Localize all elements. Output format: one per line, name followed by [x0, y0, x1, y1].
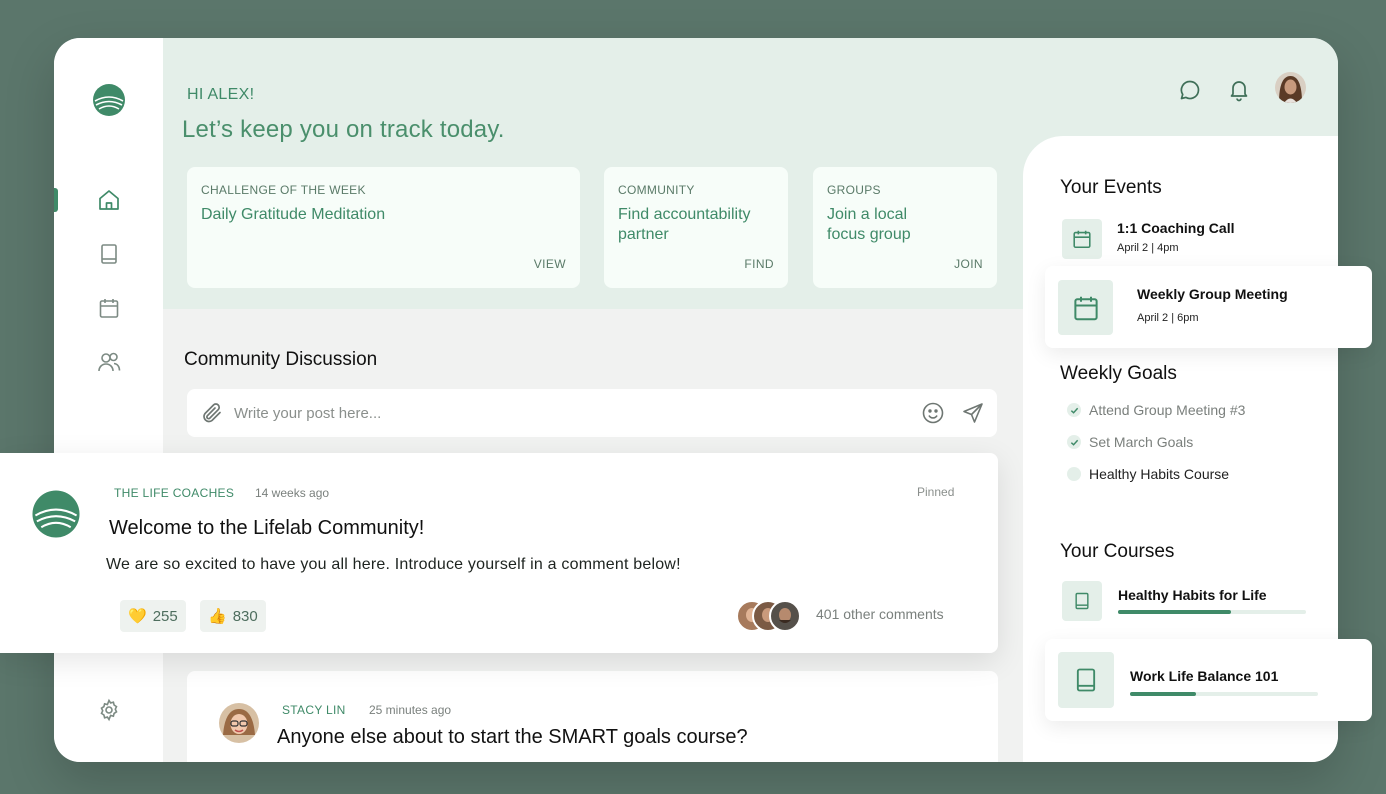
event-title: Weekly Group Meeting	[1137, 286, 1288, 302]
nav-home[interactable]	[95, 186, 123, 214]
notifications-button[interactable]	[1226, 77, 1252, 103]
course-progress-fill	[1118, 610, 1231, 614]
post-author[interactable]: STACY LIN	[282, 703, 346, 717]
page-title: Let’s keep you on track today.	[182, 116, 505, 143]
users-icon	[98, 352, 121, 372]
nav-calendar[interactable]	[95, 294, 123, 322]
find-link[interactable]: FIND	[744, 257, 774, 271]
event-icon-box	[1058, 280, 1113, 335]
post-avatar-logo	[32, 490, 80, 538]
send-icon	[963, 403, 983, 423]
goal-label: Healthy Habits Course	[1089, 466, 1230, 482]
card-title: Join a local focus group	[827, 206, 911, 243]
bell-icon	[1230, 81, 1248, 102]
card-title: Find accountability partner	[618, 206, 751, 243]
book-icon	[101, 244, 117, 264]
reaction-count: 830	[232, 607, 258, 625]
post-author[interactable]: THE LIFE COACHES	[114, 486, 234, 500]
course-progress	[1118, 610, 1306, 614]
post-input[interactable]	[234, 401, 894, 425]
smiley-icon	[922, 402, 944, 424]
calendar-icon	[1073, 296, 1098, 320]
goal-item[interactable]: Set March Goals	[1067, 433, 1193, 451]
goal-item[interactable]: Attend Group Meeting #3	[1067, 401, 1245, 419]
event-title[interactable]: 1:1 Coaching Call	[1117, 220, 1234, 236]
event-card-highlight[interactable]: Weekly Group Meeting April 2 | 6pm	[1045, 266, 1372, 348]
home-icon	[99, 190, 119, 210]
course-icon-box	[1062, 581, 1102, 621]
thumbs-up-icon: 👍	[208, 608, 227, 625]
post-card[interactable]: STACY LIN 25 minutes ago Anyone else abo…	[187, 671, 998, 762]
course-title[interactable]: Healthy Habits for Life	[1118, 587, 1267, 603]
messages-button[interactable]	[1177, 77, 1203, 103]
thumbs-up-reaction-button[interactable]: 👍 830	[200, 600, 266, 632]
pinned-badge: Pinned	[917, 485, 955, 499]
gear-icon	[100, 698, 118, 722]
event-icon-box	[1062, 219, 1102, 259]
course-progress-fill	[1130, 692, 1196, 696]
greeting: HI ALEX!	[187, 86, 255, 103]
goal-label: Set March Goals	[1089, 434, 1194, 450]
post-time: 14 weeks ago	[255, 486, 330, 500]
commenter-avatars[interactable]	[736, 600, 802, 632]
challenge-card[interactable]: CHALLENGE OF THE WEEK Daily Gratitude Me…	[187, 167, 580, 288]
nav-courses[interactable]	[95, 240, 123, 268]
post-composer	[187, 389, 997, 437]
post-body: We are so excited to have you all here. …	[106, 556, 681, 573]
book-icon	[1076, 668, 1096, 692]
courses-title: Your Courses	[1060, 541, 1175, 562]
course-icon-box	[1058, 652, 1114, 708]
discussion-title: Community Discussion	[184, 349, 378, 370]
groups-card[interactable]: GROUPS Join a local focus group JOIN	[813, 167, 997, 288]
empty-circle-icon	[1067, 467, 1081, 481]
book-icon	[1075, 592, 1089, 610]
card-category: CHALLENGE OF THE WEEK	[201, 183, 366, 197]
attach-button[interactable]	[200, 401, 224, 430]
post-title[interactable]: Welcome to the Lifelab Community!	[109, 517, 424, 540]
check-icon	[1067, 403, 1081, 417]
calendar-icon	[1073, 230, 1091, 249]
emoji-button[interactable]	[921, 401, 945, 430]
avatar	[219, 703, 259, 743]
calendar-icon	[99, 299, 119, 318]
pinned-post-card[interactable]: THE LIFE COACHES 14 weeks ago Pinned Wel…	[0, 453, 998, 653]
course-progress	[1130, 692, 1318, 696]
comments-link[interactable]: 401 other comments	[816, 606, 944, 622]
course-title: Work Life Balance 101	[1130, 668, 1279, 684]
card-category: GROUPS	[827, 183, 881, 197]
nav-community[interactable]	[95, 348, 123, 376]
community-card[interactable]: COMMUNITY Find accountability partner FI…	[604, 167, 788, 288]
goal-label: Attend Group Meeting #3	[1089, 402, 1246, 418]
join-link[interactable]: JOIN	[954, 257, 983, 271]
check-icon	[1067, 435, 1081, 449]
view-link[interactable]: VIEW	[534, 257, 566, 271]
yellow-heart-icon: 💛	[128, 608, 147, 625]
event-date: April 2 | 4pm	[1117, 242, 1179, 254]
course-card-highlight[interactable]: Work Life Balance 101	[1045, 639, 1372, 721]
post-title[interactable]: Anyone else about to start the SMART goa…	[277, 726, 748, 749]
post-time: 25 minutes ago	[369, 703, 452, 717]
sidebar	[54, 38, 163, 762]
heart-reaction-button[interactable]: 💛 255	[120, 600, 186, 632]
card-category: COMMUNITY	[618, 183, 695, 197]
event-date: April 2 | 6pm	[1137, 312, 1199, 324]
active-nav-indicator	[54, 188, 58, 212]
avatar	[769, 600, 801, 632]
goals-title: Weekly Goals	[1060, 363, 1177, 384]
chat-bubble-icon	[1180, 80, 1200, 100]
paperclip-icon	[203, 403, 221, 423]
send-button[interactable]	[961, 401, 985, 430]
settings-button[interactable]	[95, 696, 123, 724]
goal-item[interactable]: Healthy Habits Course	[1067, 465, 1229, 483]
user-avatar[interactable]	[1275, 72, 1306, 103]
card-title: Daily Gratitude Meditation	[201, 206, 386, 223]
events-title: Your Events	[1060, 177, 1162, 198]
logo-icon	[93, 84, 125, 116]
reaction-count: 255	[152, 607, 178, 625]
